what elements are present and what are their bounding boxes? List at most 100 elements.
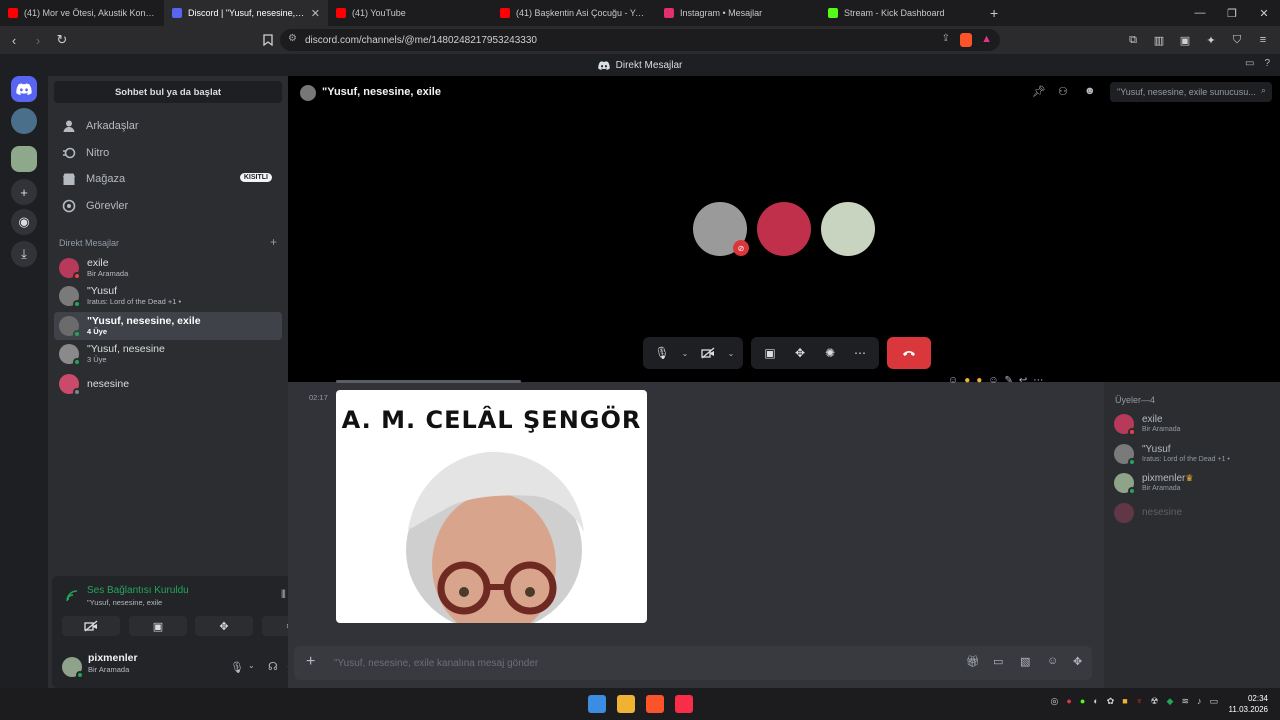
browser-tab[interactable]: Stream - Kick Dashboard [820,0,984,26]
noise-suppression-icon[interactable]: ⦀ [281,589,286,602]
address-bar[interactable]: ⚙ discord.com/channels/@me/1480248217953… [280,29,1000,51]
tray-app-icon[interactable]: ✿ [1107,696,1115,707]
sidebar-nav-item[interactable]: Nitro [54,141,282,165]
menu-icon[interactable]: ≡ [1252,30,1274,50]
call-more-icon[interactable]: ⋯ [847,340,873,366]
back-icon[interactable]: ‹ [4,30,24,50]
browser-tab[interactable]: (41) Başkentin Asi Çocuğu - YouTube [492,0,656,26]
wifi-icon[interactable]: ≋ [1181,696,1189,707]
home-button[interactable] [11,76,37,102]
sticker-icon[interactable]: ▧ [1020,655,1030,668]
sidebar-nav-item[interactable]: Görevler [54,194,282,218]
image-attachment[interactable]: A. M. CELÂL ŞENGÖR [336,390,647,623]
discover-icon[interactable]: ◉ [11,209,37,235]
member-item[interactable]: "Yusuf Iratus: Lord of the Dead +1 • [1114,442,1274,466]
vpn-icon[interactable]: ⛉ [1226,30,1248,50]
dm-list-item[interactable]: "Yusuf Iratus: Lord of the Dead +1 • [54,282,282,310]
dm-list-item[interactable]: "Yusuf, nesesine, exile 4 Üye [54,312,282,340]
tray-app-icon[interactable]: ◐ [1093,696,1098,707]
reload-icon[interactable]: ↻ [52,30,72,50]
help-icon[interactable]: ? [1264,58,1270,69]
call-mic-chevron-icon[interactable]: ⌄ [679,340,691,366]
create-dm-icon[interactable]: + [270,236,277,248]
reaction-emoji-icon[interactable]: ● [964,375,970,386]
gif-icon[interactable]: ▭ [993,655,1003,668]
minimize-icon[interactable]: — [1184,0,1216,26]
new-tab-button[interactable]: + [990,5,998,21]
dm-list-item[interactable]: nesesine [54,370,282,398]
server-icon-2[interactable] [11,146,37,172]
reaction-emoji-icon[interactable]: ● [976,375,982,386]
add-server-icon[interactable]: + [11,179,37,205]
upload-plus-icon[interactable]: + [306,654,315,670]
close-window-icon[interactable]: ✕ [1248,0,1280,26]
username[interactable]: pixmenler [88,652,138,664]
browser-tab[interactable]: Instagram • Mesajlar [656,0,820,26]
call-camera-chevron-icon[interactable]: ⌄ [725,340,737,366]
download-icon[interactable]: ⤓ [11,241,37,267]
find-conversation-button[interactable]: Sohbet bul ya da başlat [54,81,282,103]
add-friends-icon[interactable]: ⚇ [1058,85,1068,98]
brave-shield-icon[interactable] [960,33,972,47]
member-item[interactable]: exile Bir Aramada [1114,412,1274,436]
server-icon-1[interactable] [11,108,37,134]
brave-browser-icon[interactable] [646,695,664,713]
brave-rewards-icon[interactable]: ▲ [981,33,992,45]
call-screen-share-icon[interactable]: ▣ [757,340,783,366]
participant-avatar[interactable] [821,202,875,256]
apps-icon[interactable]: ✥ [1073,655,1082,668]
sidebar-nav-item[interactable]: Mağaza KISITLI [54,167,282,191]
call-camera-off-icon[interactable] [695,340,721,366]
browser-tab[interactable]: Discord | "Yusuf, nesesine, exile ✕ [164,0,328,26]
add-reaction-icon[interactable]: ☺ [988,375,998,386]
tray-app-icon[interactable]: ◎ [1051,696,1059,707]
more-options-icon[interactable]: ⋯ [1033,375,1043,386]
apple-music-icon[interactable] [675,695,693,713]
tray-app-icon[interactable]: ☢ [1150,696,1158,707]
battery-icon[interactable]: ▭ [1209,696,1218,707]
member-item[interactable]: pixmenler ♛ Bir Aramada [1114,471,1274,495]
site-info-icon[interactable]: ⚙ [288,33,297,44]
leo-ai-icon[interactable]: ✦ [1200,30,1222,50]
pin-icon[interactable]: 📌︎ [1032,85,1046,98]
share-icon[interactable]: ⇪ [942,33,950,44]
headphones-icon[interactable]: ☊ [268,660,278,673]
mic-options-chevron-icon[interactable]: ⌄ [248,661,255,670]
voice-status-channel[interactable]: "Yusuf, nesesine, exile [87,598,162,607]
participant-avatar[interactable]: ⊘ [693,202,749,256]
inbox-icon[interactable]: ▭ [1245,58,1254,69]
member-item[interactable]: nesesine [1114,501,1274,525]
tray-app-icon[interactable]: ♆ [1136,696,1143,707]
hang-up-button[interactable] [887,337,931,369]
forward-icon[interactable]: › [28,30,48,50]
call-soundboard-icon[interactable]: ✺ [817,340,843,366]
sidebar-toggle-icon[interactable]: ▥ [1148,30,1170,50]
message-input[interactable] [334,646,894,680]
edit-icon[interactable]: ✎ [1005,375,1013,386]
wallet-icon[interactable]: ▣ [1174,30,1196,50]
signal-icon[interactable] [66,590,78,602]
activities-icon[interactable]: ✥ [195,616,253,636]
reaction-emoji-icon[interactable]: ☺ [948,375,958,386]
file-explorer-icon[interactable] [617,695,635,713]
browser-tab[interactable]: (41) Mor ve Ötesi, Akustik Konser, Bö [0,0,164,26]
sidebar-nav-item[interactable]: Arkadaşlar [54,114,282,138]
screen-share-icon[interactable]: ▣ [129,616,187,636]
user-avatar[interactable] [62,657,84,679]
call-activities-icon[interactable]: ✥ [787,340,813,366]
emoji-icon[interactable]: ☺ [1047,655,1058,667]
tray-app-icon[interactable]: ■ [1122,696,1127,707]
dm-list-item[interactable]: exile Bir Aramada [54,254,282,282]
system-clock[interactable]: 02:34 11.03.2026 [1229,693,1268,715]
dm-list-item[interactable]: "Yusuf, nesesine 3 Üye [54,340,282,368]
start-icon[interactable] [588,695,606,713]
browser-tab[interactable]: (41) YouTube [328,0,492,26]
tray-app-icon[interactable]: ● [1080,696,1085,707]
call-search-input[interactable]: "Yusuf, nesesine, exile sunucusu... ⌕ [1110,82,1272,102]
microphone-icon[interactable]: 🎙︎ [230,661,244,674]
member-list-icon[interactable]: ☻ [1084,85,1096,97]
tab-close-icon[interactable]: ✕ [311,7,320,20]
restore-icon[interactable]: ❐ [1216,0,1248,26]
reply-icon[interactable]: ↩ [1019,375,1027,386]
tab-search-icon[interactable]: ⧉ [1122,30,1144,50]
